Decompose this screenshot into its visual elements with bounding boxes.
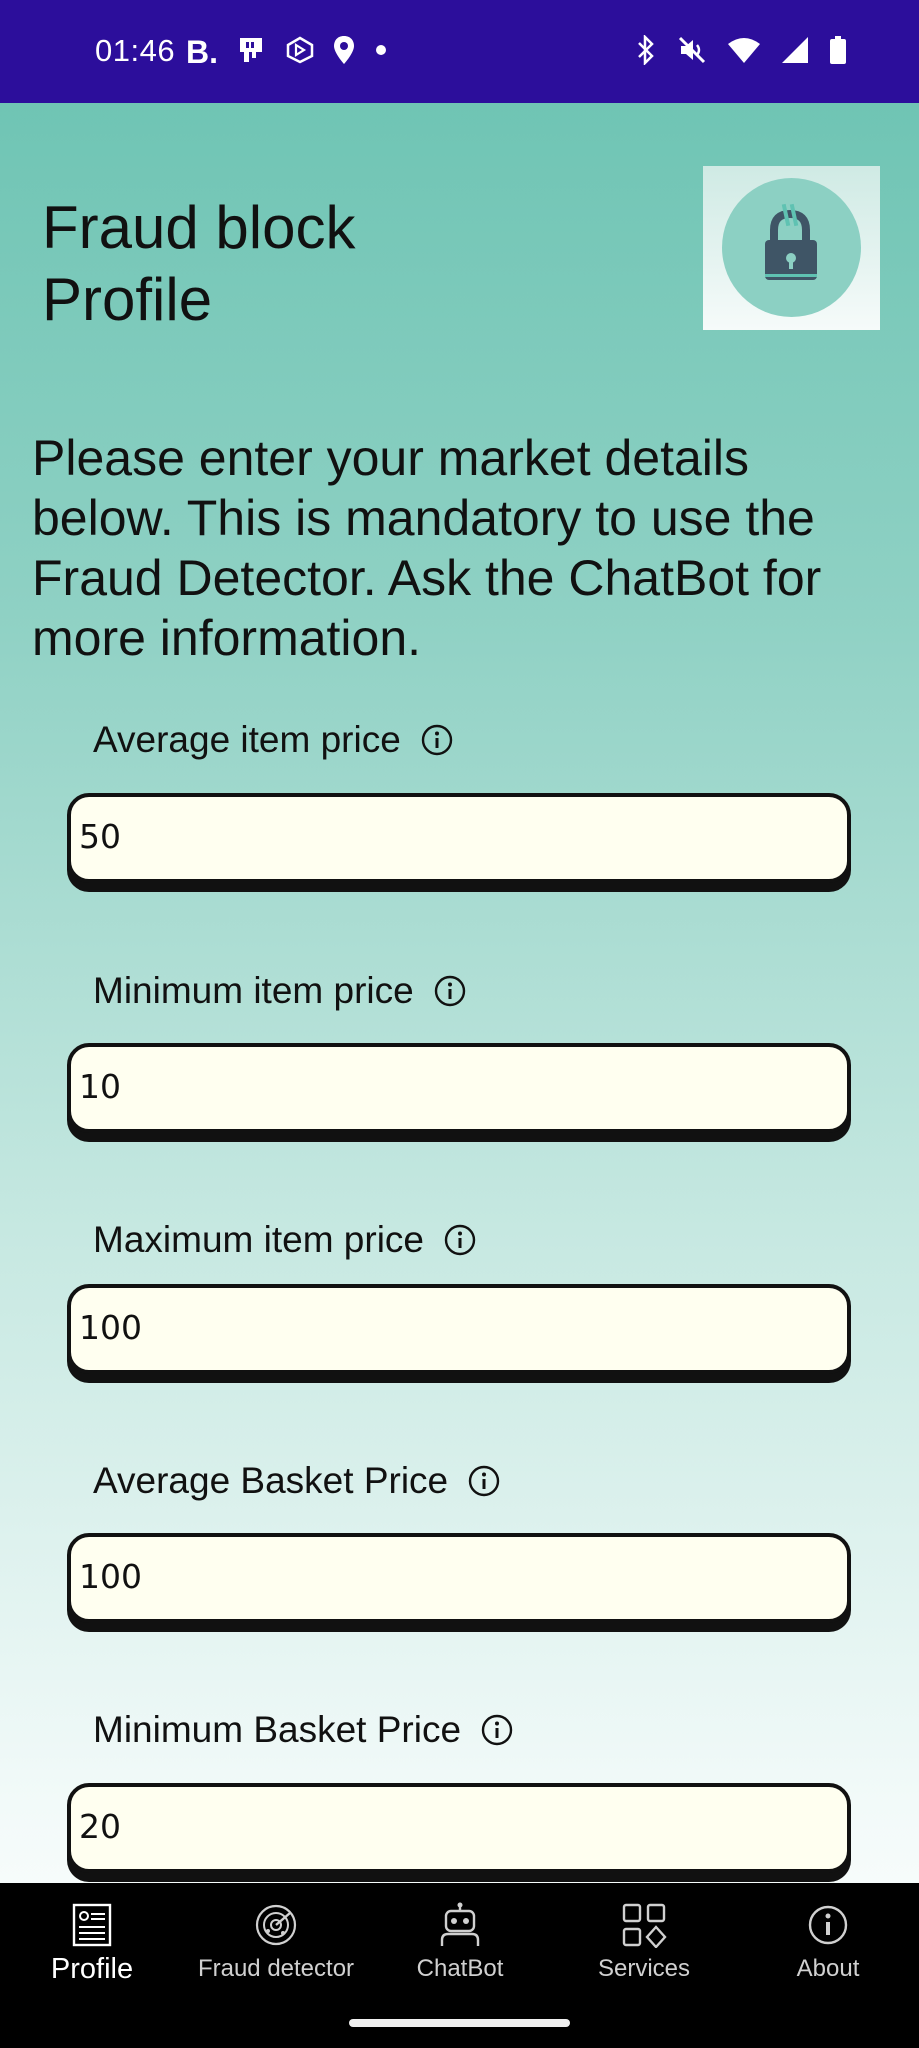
dot-icon — [374, 43, 388, 62]
bluetooth-icon — [635, 33, 657, 70]
field-label-text: Average item price — [93, 719, 401, 760]
average-item-price-label: Average item price — [93, 715, 453, 765]
nav-label-profile: Profile — [50, 1953, 134, 1985]
grid-icon — [621, 1901, 667, 1949]
status-left-icons: B. — [186, 33, 388, 71]
profile-card-icon — [72, 1901, 112, 1949]
info-icon[interactable] — [481, 1714, 513, 1746]
minimum-item-price-label: Minimum item price — [93, 966, 466, 1016]
info-icon[interactable] — [468, 1465, 500, 1497]
info-icon[interactable] — [434, 975, 466, 1007]
maximum-item-price-label: Maximum item price — [93, 1215, 476, 1265]
nav-item-about[interactable]: About — [736, 1883, 919, 2003]
minimum-basket-price-input[interactable] — [67, 1783, 851, 1873]
field-label-text: Minimum Basket Price — [93, 1709, 462, 1750]
robot-icon — [438, 1901, 482, 1949]
radar-icon — [254, 1901, 298, 1949]
average-basket-price-label: Average Basket Price — [93, 1456, 500, 1506]
nav-item-services[interactable]: Services — [552, 1883, 736, 2003]
intro-text: Please enter your market details below. … — [32, 430, 822, 666]
app-logo — [703, 166, 880, 330]
battery-icon — [829, 35, 847, 70]
status-bar: 01:46 B. — [0, 0, 919, 103]
nav-item-chatbot[interactable]: ChatBot — [368, 1883, 552, 2003]
info-icon — [807, 1901, 849, 1949]
status-right-icons — [635, 33, 847, 71]
nav-label-chatbot: ChatBot — [416, 1955, 504, 1982]
nav-label-services: Services — [597, 1955, 691, 1982]
field-label-text: Maximum item price — [93, 1219, 424, 1260]
sim-card-icon — [236, 34, 268, 71]
page-title-line1: Fraud block — [42, 194, 356, 262]
nav-item-fraud-detector[interactable]: Fraud detector — [184, 1883, 368, 2003]
maximum-item-price-input[interactable] — [67, 1284, 851, 1374]
nav-item-profile[interactable]: Profile — [0, 1883, 184, 2003]
average-item-price-input[interactable] — [67, 793, 851, 883]
nav-label-fraud-detector: Fraud detector — [197, 1955, 355, 1982]
home-indicator[interactable] — [349, 2019, 570, 2027]
minimum-item-price-input[interactable] — [67, 1043, 851, 1133]
average-basket-price-input[interactable] — [67, 1533, 851, 1623]
field-label-text: Minimum item price — [93, 970, 414, 1011]
wifi-icon — [727, 36, 761, 69]
page-title-line2: Profile — [42, 266, 213, 334]
info-icon[interactable] — [421, 724, 453, 756]
status-time: 01:46 — [95, 33, 176, 68]
field-label-text: Average Basket Price — [93, 1460, 449, 1501]
logo-circle — [722, 178, 861, 317]
lock-icon — [765, 203, 817, 280]
page-title: Fraud block Profile — [42, 192, 642, 336]
app-badge: B. — [186, 34, 218, 70]
pentagon-app-icon — [286, 36, 314, 69]
location-pin-icon — [332, 35, 356, 70]
info-icon[interactable] — [444, 1224, 476, 1256]
minimum-basket-price-label: Minimum Basket Price — [93, 1705, 513, 1755]
vibrate-off-icon — [677, 35, 707, 70]
nav-label-about: About — [796, 1955, 860, 1982]
bottom-navigation: Profile Fraud detector ChatBot Services … — [0, 1883, 919, 2048]
signal-icon — [781, 36, 809, 69]
